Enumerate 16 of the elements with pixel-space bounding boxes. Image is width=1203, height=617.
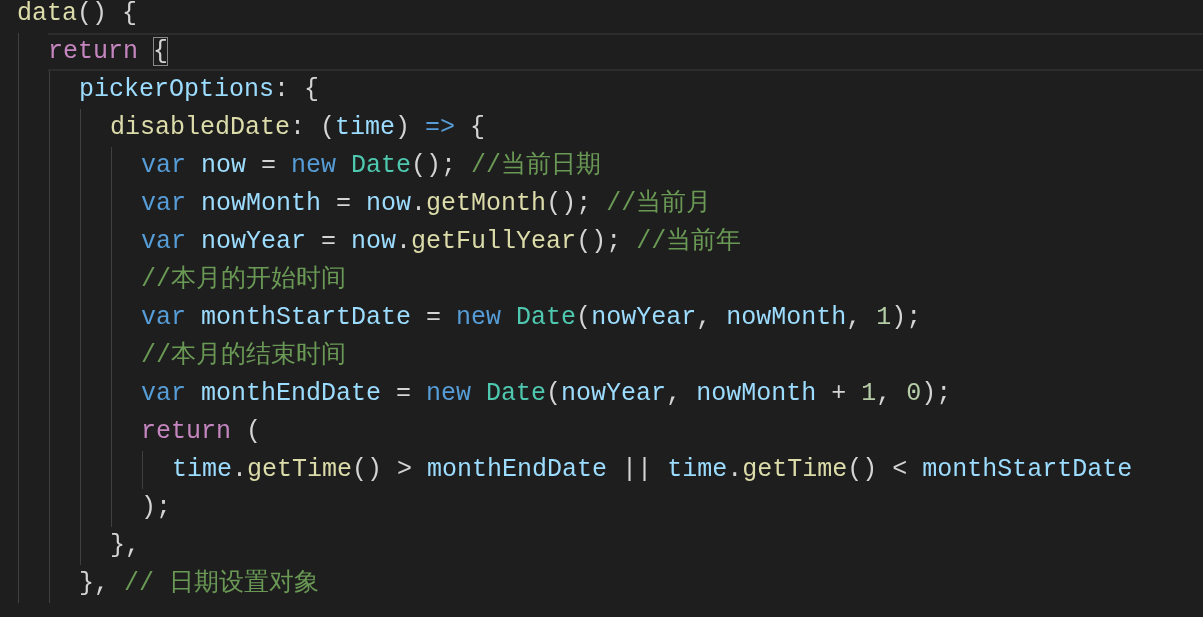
code-line: var monthEndDate = new Date(nowYear, nowMonth + 1, 0); [141, 378, 952, 410]
code-line: disabledDate: (time) => { [110, 112, 486, 144]
code-line: return ( [141, 416, 262, 448]
code-line: var nowYear = now.getFullYear(); //当前年 [141, 226, 742, 258]
code-line: var now = new Date(); //当前日期 [141, 150, 602, 182]
code-line: return { [48, 36, 169, 68]
code-line: }, [110, 530, 140, 562]
code-line: time.getTime() > monthEndDate || time.getTime() < monthStartDate [172, 454, 1133, 486]
code-line: var nowMonth = now.getMonth(); //当前月 [141, 188, 712, 220]
code-line: //本月的结束时间 [141, 340, 346, 372]
code-line: }, // 日期设置对象 [79, 568, 320, 600]
code-line: //本月的开始时间 [141, 264, 346, 296]
code-line: ); [141, 492, 171, 524]
code-line: var monthStartDate = new Date(nowYear, nowMonth, 1); [141, 302, 922, 334]
code-line: pickerOptions: { [79, 74, 320, 106]
code-line: data() { [17, 0, 138, 30]
